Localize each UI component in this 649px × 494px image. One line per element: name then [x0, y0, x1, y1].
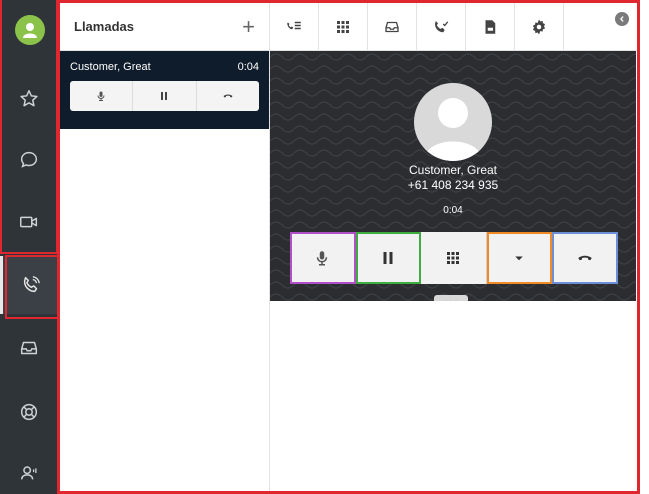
keypad-button[interactable] [421, 232, 487, 284]
caller-number: +61 408 234 935 [407, 178, 499, 192]
missed-calls-button[interactable] [417, 3, 466, 51]
call-card-name: Customer, Great [70, 61, 151, 73]
caret-down-icon [515, 256, 523, 261]
rail-video[interactable] [0, 193, 58, 251]
active-call-card[interactable]: Customer, Great 0:04 [60, 51, 269, 129]
more-options-button[interactable] [486, 232, 553, 284]
rail-help[interactable] [0, 383, 58, 441]
hang-up-icon [578, 255, 592, 261]
rail-inbox[interactable] [0, 319, 58, 377]
inbox-icon [385, 21, 399, 33]
rail-phone[interactable] [0, 256, 58, 314]
stage-lower-area [270, 301, 636, 491]
rail-contacts[interactable] [0, 444, 58, 494]
chat-icon [20, 151, 38, 168]
inbox-icon [20, 341, 38, 355]
dialpad-button[interactable] [319, 3, 368, 51]
rail-chat[interactable] [0, 131, 58, 189]
pause-icon [161, 92, 168, 100]
call-list-button[interactable] [270, 3, 319, 51]
lifebuoy-icon [20, 403, 38, 421]
add-call-button[interactable]: + [242, 15, 255, 38]
video-icon [20, 216, 38, 228]
top-toolbar [270, 3, 637, 51]
inbox-button[interactable] [368, 3, 417, 51]
call-card-mute-button[interactable] [70, 81, 134, 111]
hang-up-icon [223, 94, 233, 98]
call-card-hangup-button[interactable] [197, 81, 259, 111]
call-card-controls [70, 81, 259, 111]
pause-icon [383, 252, 393, 264]
hang-up-button[interactable] [552, 232, 618, 284]
user-avatar-icon [23, 23, 37, 38]
voicemail-button[interactable] [466, 3, 515, 51]
settings-icon [532, 19, 546, 35]
microphone-icon [317, 251, 328, 266]
caller-name: Customer, Great [408, 163, 498, 177]
mute-button[interactable] [290, 232, 356, 284]
voicemail-icon [485, 20, 496, 34]
app-root: Llamadas + Customer, Great 0:04 Customer… [0, 0, 649, 494]
caller-avatar [414, 83, 492, 161]
call-timer: 0:04 [443, 205, 463, 216]
nav-rail [0, 0, 58, 494]
dialpad-icon [337, 21, 349, 33]
call-stage: Customer, Great +61 408 234 935 0:04 - -… [270, 51, 636, 301]
chevron-left-icon [619, 16, 624, 22]
calls-panel: Llamadas + Customer, Great 0:04 [60, 3, 270, 491]
user-list-icon [20, 466, 37, 480]
phone-active-icon [23, 276, 40, 293]
call-list-icon [287, 21, 301, 30]
calls-header: Llamadas + [60, 3, 269, 51]
call-card-duration: 0:04 [237, 61, 259, 73]
call-controls [290, 232, 618, 284]
settings-button[interactable] [515, 3, 564, 51]
user-avatar[interactable] [15, 15, 45, 45]
calls-title: Llamadas [74, 19, 134, 34]
microphone-icon [97, 91, 105, 101]
star-icon [20, 90, 38, 107]
hold-button[interactable] [355, 232, 422, 284]
blank-area [186, 307, 212, 359]
person-placeholder-icon [424, 98, 482, 161]
rail-favorites[interactable] [0, 70, 58, 128]
call-card-hold-button[interactable] [133, 81, 197, 111]
missed-call-icon [435, 21, 449, 33]
collapse-button[interactable] [615, 12, 629, 26]
dialpad-icon [447, 252, 460, 264]
